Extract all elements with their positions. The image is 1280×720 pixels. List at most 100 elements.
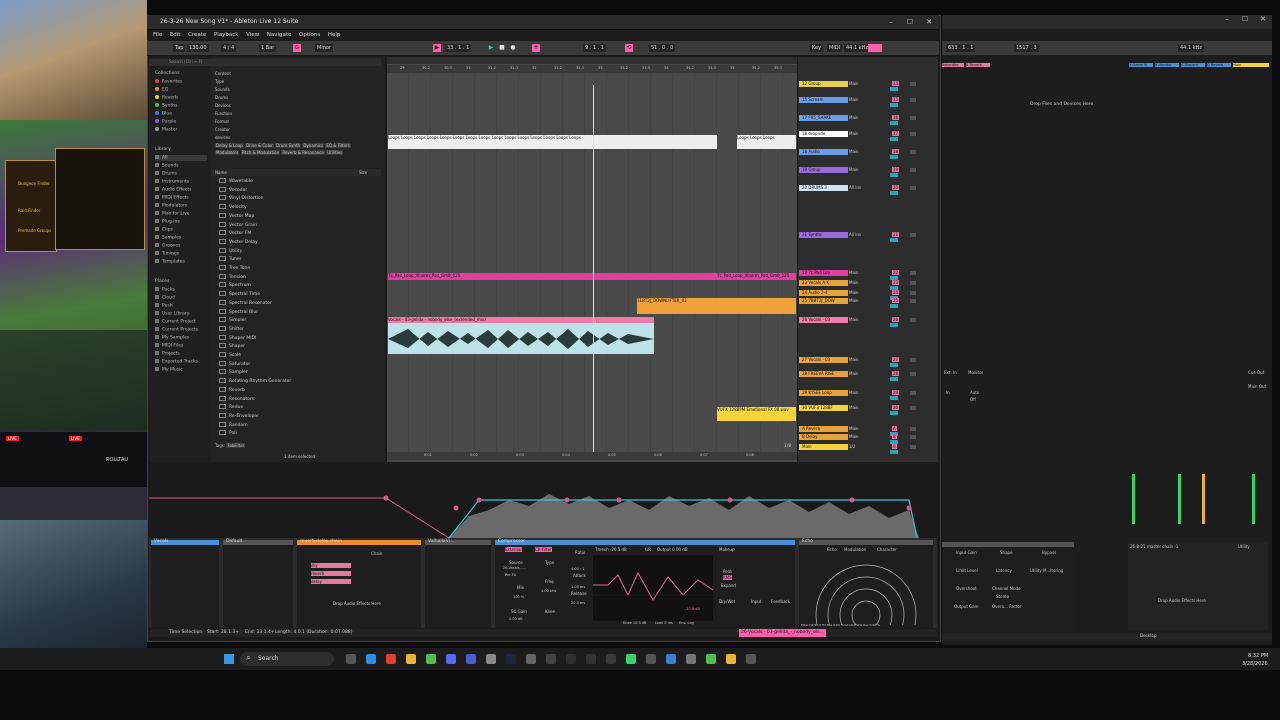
comp-mix-value[interactable]: 100 % (513, 595, 524, 599)
solo-button[interactable] (910, 150, 916, 154)
solo-button[interactable] (910, 281, 916, 285)
browser-item[interactable]: Tree Tone (219, 265, 250, 271)
solo-button[interactable] (910, 372, 916, 376)
volume-slider[interactable] (890, 137, 898, 141)
ableton-icon-2[interactable] (606, 654, 616, 664)
library-modulators[interactable]: Modulators (155, 203, 187, 209)
place-my-music[interactable]: My Music (155, 367, 183, 373)
solo-button[interactable] (910, 233, 916, 237)
volume-slider[interactable] (890, 121, 898, 125)
collection-eq[interactable]: EQ (155, 87, 168, 93)
ableton-icon[interactable] (586, 654, 596, 664)
automation-envelope[interactable] (149, 466, 937, 539)
menu-view[interactable]: View (246, 30, 259, 40)
browser-item[interactable]: Wavetable (219, 178, 253, 184)
browser-item[interactable]: Vector Map (219, 212, 254, 219)
track-number[interactable]: 26 (892, 317, 900, 322)
track-number[interactable]: 18 (892, 149, 900, 154)
browser-item[interactable]: Vector Grain (219, 221, 257, 228)
solo-button[interactable] (910, 358, 916, 362)
library-all[interactable]: All (155, 155, 207, 161)
play-icon[interactable]: ▶ (487, 44, 495, 52)
track-output[interactable]: Main (849, 371, 859, 376)
tag-drive-color[interactable]: Drive & Color (245, 143, 274, 148)
library-grooves[interactable]: Grooves (155, 243, 181, 249)
place-midi-files[interactable]: MIDI Files (155, 343, 183, 349)
echo-tab-modulation[interactable]: Modulation (844, 547, 866, 552)
maximize-icon[interactable]: ☐ (901, 15, 919, 29)
overview-bar[interactable] (387, 57, 797, 64)
browser-item[interactable]: Sampler (219, 369, 248, 375)
device-compressor[interactable]: Compressor External CR-Filter Source 26-… (495, 539, 795, 629)
track-output[interactable]: Main (849, 149, 859, 154)
comp-attack-value[interactable]: 1.00 ms (571, 585, 585, 589)
filter-devices-2[interactable]: devices (215, 135, 230, 140)
track-name[interactable]: 26 Vocals - 03 (799, 317, 848, 323)
taskbar-search[interactable]: ⌕ Search (240, 652, 334, 666)
echo-tab-character[interactable]: Character (877, 547, 897, 552)
song-position[interactable]: 33 . 1 . 1 (445, 44, 472, 52)
solo-button[interactable] (910, 406, 916, 410)
browser-item[interactable]: Scale (219, 352, 241, 358)
comp-release-value[interactable]: 20.0 ms (571, 601, 585, 605)
track-output[interactable]: Main (849, 97, 859, 102)
browser-item[interactable]: Spectrum (219, 282, 251, 288)
clock-date[interactable]: 3/28/2026 (1242, 661, 1268, 667)
comp-look-foot[interactable]: Look 0 ms (655, 621, 673, 625)
browser-item[interactable]: Vector Delay (219, 238, 258, 245)
loop-start-field[interactable]: 9 . 1 . 1 (583, 44, 607, 52)
pad-loop-clip-2[interactable]: 7L_Pad_Loop_Vinorm_Pad_Gm0_125 (717, 273, 796, 280)
comp-env-foot[interactable]: Env. Log (679, 621, 694, 625)
library-max-for-live[interactable]: Max for Live (155, 211, 190, 217)
emotional-fx-clip[interactable]: VUFX 128BPM Emotional FX 08.wav (717, 407, 796, 421)
tag-reverb-res[interactable]: Reverb & Resonance (281, 150, 325, 155)
tap-button[interactable]: Tap (173, 44, 186, 52)
tags-value[interactable]: FabFilter (226, 443, 246, 448)
track-header-c-discord[interactable]: C Discord (1181, 63, 1205, 67)
task-view-icon[interactable] (346, 654, 356, 664)
filter-type[interactable]: Type (215, 79, 224, 84)
browser-item[interactable]: Tension (219, 273, 246, 280)
track-output[interactable]: Main (849, 298, 859, 303)
file-explorer-icon[interactable] (406, 654, 416, 664)
volume-slider[interactable] (890, 377, 898, 381)
volume-slider[interactable] (890, 173, 898, 177)
place-my-samples[interactable]: My Samples (155, 335, 189, 341)
device-reverb-chain[interactable]: reverb delay chain Chain dry reverb dela… (297, 539, 421, 629)
library-templates[interactable]: Templates (155, 259, 185, 265)
utility-stereo[interactable]: Stereo (996, 594, 1009, 599)
media-icon[interactable] (746, 654, 756, 664)
browser-item[interactable]: Simpler (219, 317, 246, 323)
filter-sounds[interactable]: Sounds (215, 87, 230, 92)
track-name[interactable]: 28 FREEVA RISE (799, 371, 848, 377)
track-number[interactable]: 20 (892, 185, 900, 190)
midi-map-button[interactable]: MIDI (827, 44, 843, 52)
echo-filter-readout[interactable]: Filter HP 50.0 Hz Res 0.00 % LP 20.0 kHz… (801, 623, 880, 627)
browser-item[interactable]: Velocity (219, 204, 247, 210)
track-number[interactable]: A (892, 426, 897, 431)
collection-master[interactable]: Master (155, 127, 177, 133)
menu-file[interactable]: File (153, 30, 162, 40)
track-name[interactable]: 29 KYSEE Loop (799, 390, 848, 396)
device-valhalla[interactable]: ValhallaVi... (425, 539, 491, 629)
discord-icon-2[interactable] (466, 654, 476, 664)
downlifter-clip[interactable]: 71BT2J_DOWNLIFTER_01 (637, 298, 796, 314)
second-tempo[interactable]: 1517 . 3 (1014, 44, 1039, 52)
track-output[interactable]: Main (849, 270, 859, 275)
discord-icon[interactable] (446, 654, 456, 664)
master-chain-device[interactable]: 26-8-21 master chain -1 Drop Audio Effec… (1128, 542, 1268, 630)
comp-tab-external[interactable]: External (505, 547, 522, 552)
library-clips[interactable]: Clips (155, 227, 173, 233)
arrangement-record-icon[interactable]: ▶ (433, 44, 441, 52)
track-number[interactable]: 27 (892, 357, 900, 362)
browser-item[interactable]: Rotating Rhythm Generator (219, 378, 291, 384)
track-output[interactable]: Main (849, 115, 859, 120)
filter-function[interactable]: Function (215, 111, 232, 116)
track-number[interactable]: 30 (892, 405, 900, 410)
track-name[interactable]: 17 FX5_SHAKE (799, 115, 848, 121)
chain-row-dry[interactable]: dry (311, 563, 351, 568)
track-name[interactable]: 21 Synths (799, 232, 848, 238)
place-projects[interactable]: Projects (155, 351, 180, 357)
browser-item[interactable]: Reverb (219, 386, 245, 393)
browser-item[interactable]: Resonators (219, 395, 254, 402)
